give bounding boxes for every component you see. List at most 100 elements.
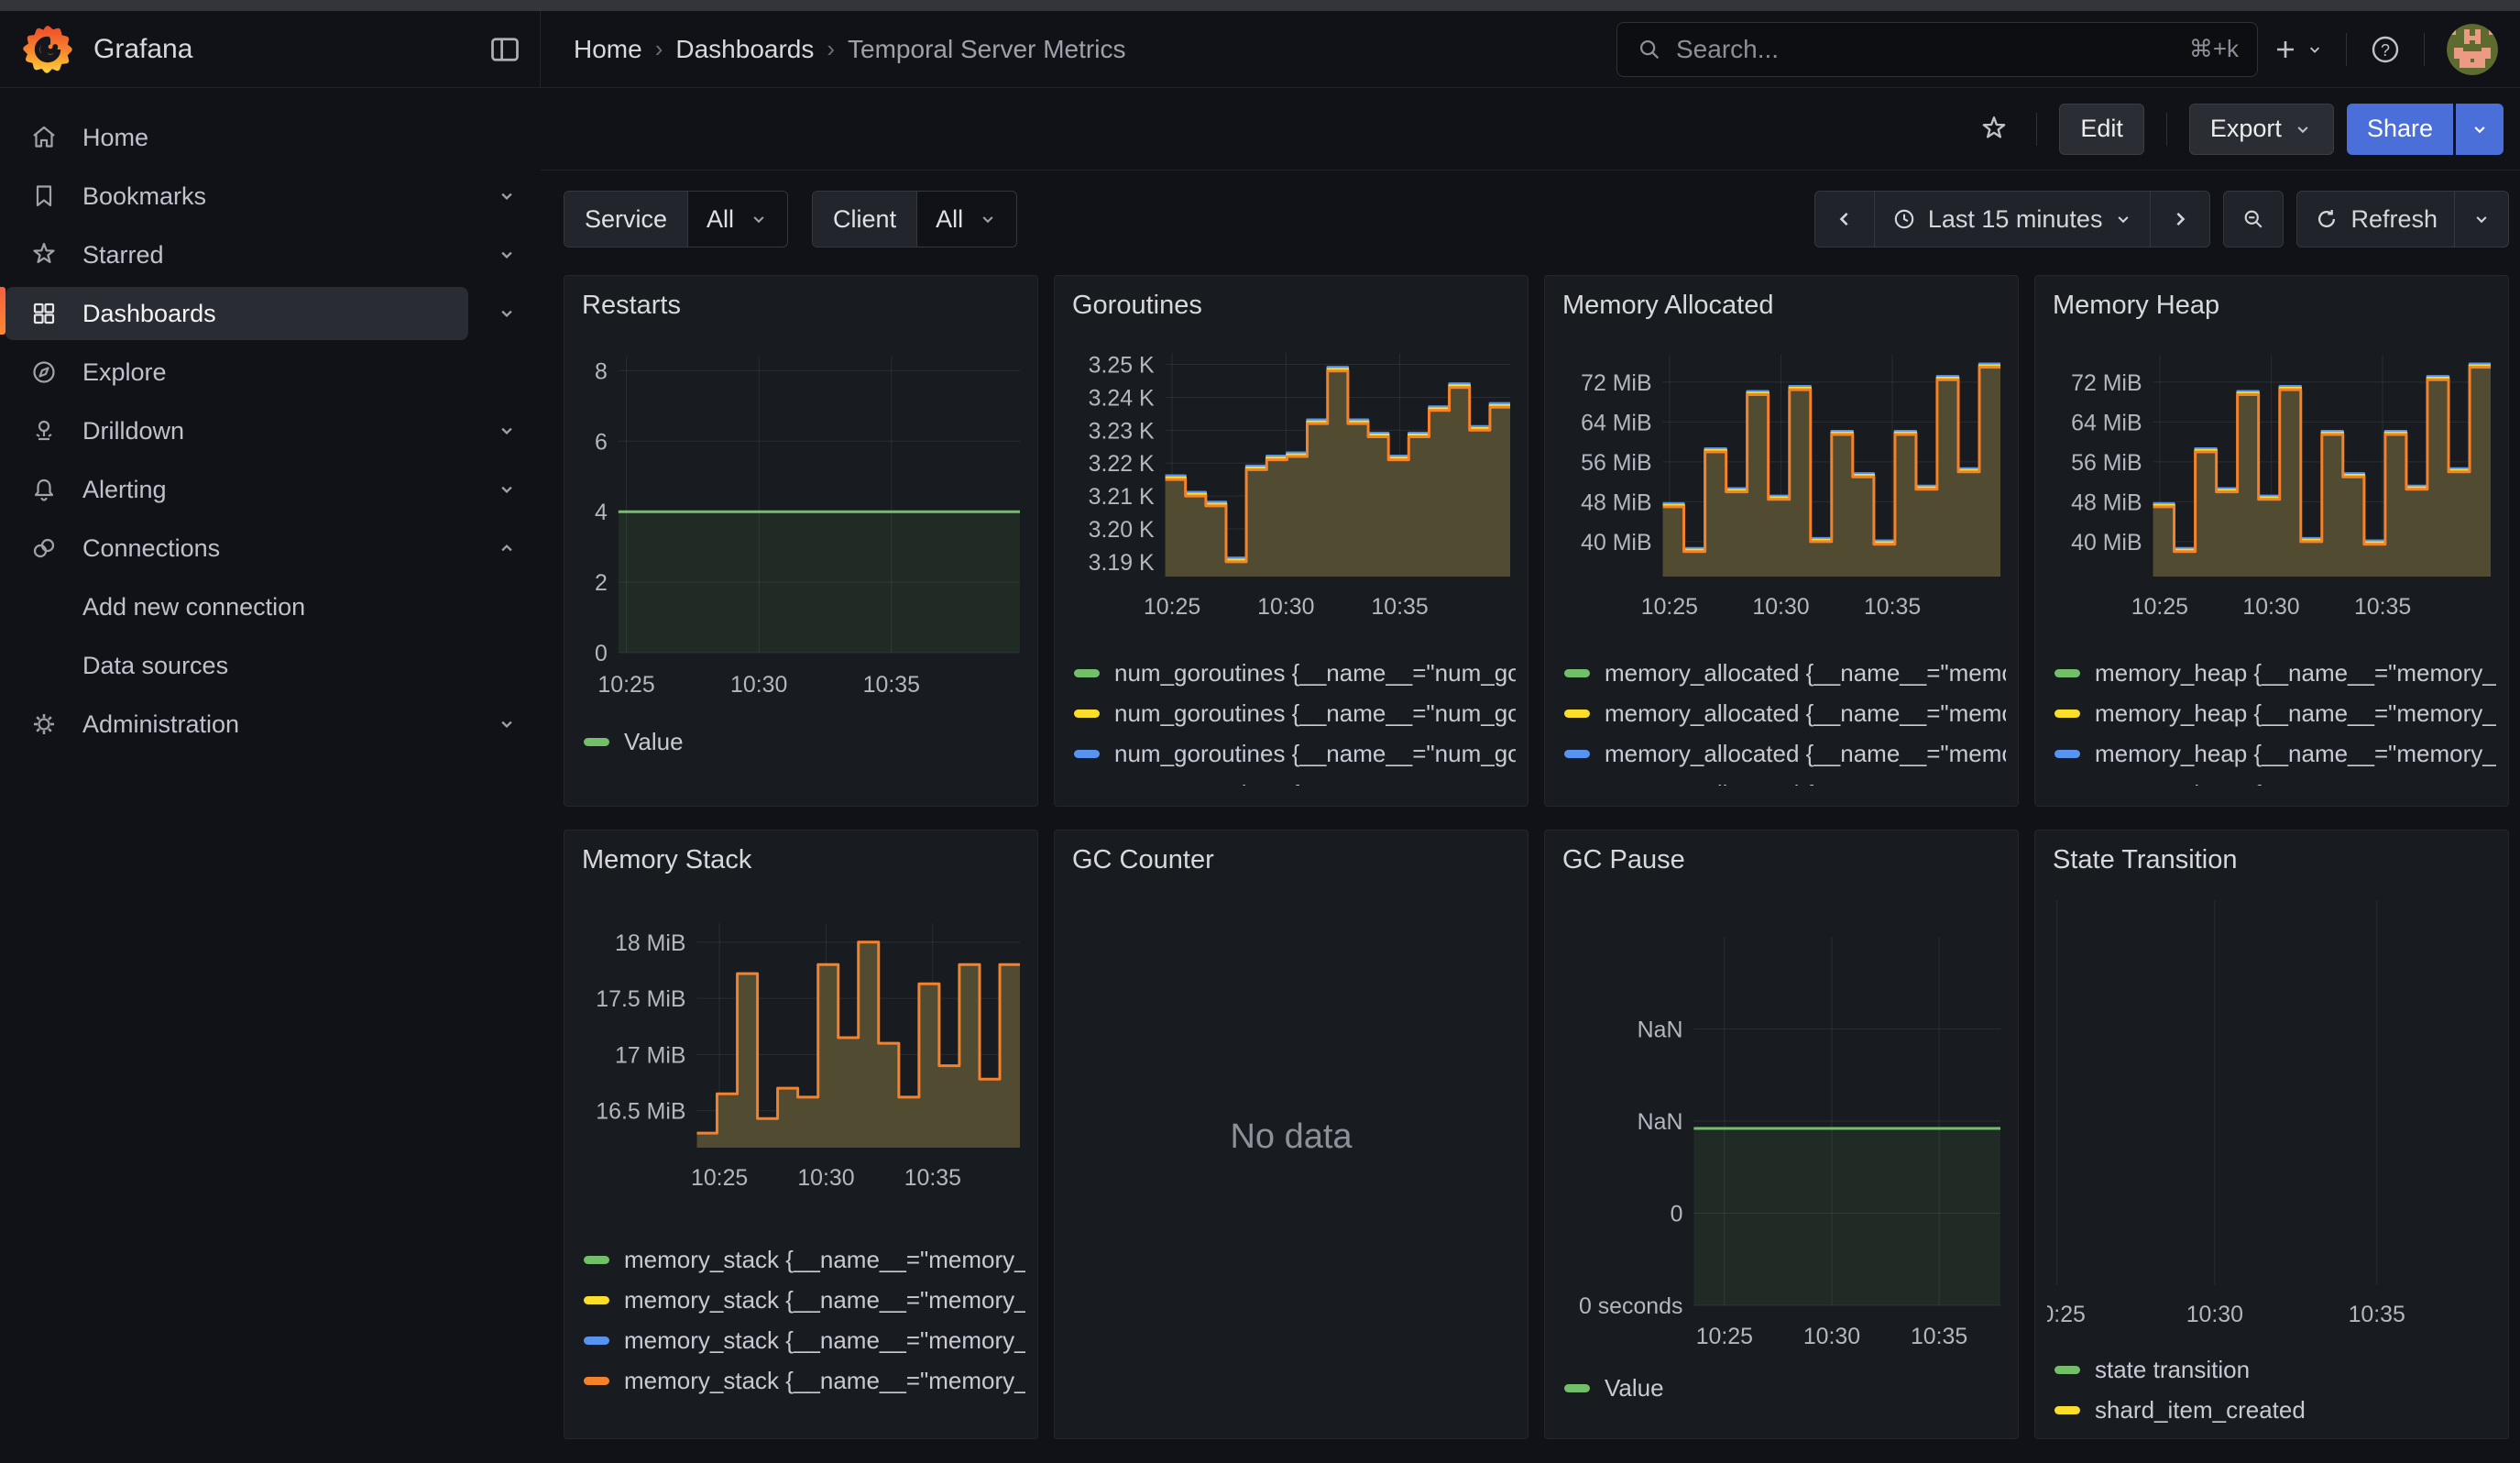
zoom-out-icon bbox=[2241, 206, 2266, 232]
legend-item[interactable]: memory_heap {__name__="memory_h bbox=[2047, 693, 2496, 733]
sidebar-link-alerting[interactable]: Alerting bbox=[5, 463, 468, 516]
sidebar-link-dashboards[interactable]: Dashboards bbox=[5, 287, 468, 340]
dock-sidebar-icon[interactable] bbox=[488, 33, 521, 66]
refresh-button-label: Refresh bbox=[2350, 205, 2438, 234]
toolbar-divider bbox=[2166, 113, 2167, 146]
legend-item[interactable]: num_goroutines {__name__="num_go bbox=[1067, 693, 1516, 733]
search-input[interactable]: Search... ⌘+k bbox=[1616, 22, 2258, 77]
sidebar-link-explore[interactable]: Explore bbox=[5, 346, 468, 399]
chevron-down-icon[interactable] bbox=[495, 419, 519, 443]
service-variable-value: All bbox=[707, 205, 734, 234]
breadcrumb: Home › Dashboards › Temporal Server Metr… bbox=[574, 35, 1125, 64]
chevron-down-icon[interactable] bbox=[495, 184, 519, 208]
legend-swatch bbox=[1564, 710, 1590, 718]
sidebar-link-administration[interactable]: Administration bbox=[5, 698, 468, 751]
sidebar-link-home[interactable]: Home bbox=[5, 111, 468, 164]
sidebar-item-label: Home bbox=[82, 124, 148, 152]
panel-title[interactable]: Memory Heap bbox=[2047, 276, 2496, 336]
breadcrumb-separator: › bbox=[827, 35, 835, 63]
memory-allocated-chart[interactable]: 72 MiB64 MiB56 MiB48 MiB40 MiB10:2510:30… bbox=[1557, 336, 2006, 653]
sidebar-sublink-data-sources[interactable]: Data sources bbox=[82, 652, 228, 680]
panel-title[interactable]: GC Counter bbox=[1067, 830, 1516, 891]
memory-stack-chart[interactable]: 18 MiB17.5 MiB17 MiB16.5 MiB10:2510:3010… bbox=[576, 891, 1025, 1239]
grafana-logo-icon[interactable] bbox=[22, 24, 73, 75]
panel-title[interactable]: GC Pause bbox=[1557, 830, 2006, 891]
svg-text:10:30: 10:30 bbox=[2186, 1302, 2243, 1327]
legend-item[interactable]: memory_stack {__name__="memory_s bbox=[576, 1280, 1025, 1320]
sidebar-link-connections[interactable]: Connections bbox=[5, 522, 468, 575]
legend-item[interactable]: memory_allocated {__name__="memo bbox=[1557, 733, 2006, 774]
legend-item[interactable]: shard_item_created bbox=[2047, 1390, 2496, 1430]
legend-item[interactable]: num_goroutines {__name__="num_go bbox=[1067, 774, 1516, 786]
chevron-down-icon[interactable] bbox=[495, 243, 519, 267]
legend-item[interactable]: memory_stack {__name__="memory_s bbox=[576, 1239, 1025, 1280]
breadcrumb-dashboards[interactable]: Dashboards bbox=[675, 35, 814, 64]
panel-state-transition: State Transition 10:2510:3010:35 state t… bbox=[2034, 830, 2509, 1439]
legend-item[interactable]: memory_heap {__name__="memory_h bbox=[2047, 774, 2496, 786]
legend-label: memory_stack {__name__="memory_s bbox=[624, 1286, 1025, 1314]
share-button[interactable]: Share bbox=[2347, 104, 2453, 155]
favorite-star-button[interactable] bbox=[1974, 109, 2014, 149]
time-zoom-out-button[interactable] bbox=[2224, 192, 2283, 247]
legend-swatch bbox=[2054, 750, 2080, 758]
new-menu-button[interactable] bbox=[2271, 35, 2324, 64]
svg-text:10:35: 10:35 bbox=[1371, 594, 1428, 620]
service-variable-select[interactable]: All bbox=[688, 192, 787, 247]
panel-title[interactable]: Goroutines bbox=[1067, 276, 1516, 336]
svg-text:3.22 K: 3.22 K bbox=[1089, 451, 1155, 477]
breadcrumb-home[interactable]: Home bbox=[574, 35, 642, 64]
legend-item[interactable]: memory_stack {__name__="memory_s bbox=[576, 1360, 1025, 1401]
svg-text:10:25: 10:25 bbox=[2047, 1302, 2086, 1327]
svg-text:17.5 MiB: 17.5 MiB bbox=[596, 986, 685, 1012]
sidebar-item-add-new-connection: Add new connection bbox=[0, 578, 541, 636]
svg-text:NaN: NaN bbox=[1638, 1017, 1683, 1042]
legend-item[interactable]: memory_allocated {__name__="memo bbox=[1557, 653, 2006, 693]
legend-item[interactable]: memory_stack {__name__="memory_s bbox=[576, 1320, 1025, 1360]
panel-title[interactable]: State Transition bbox=[2047, 830, 2496, 891]
legend-item[interactable]: memory_allocated {__name__="memo bbox=[1557, 774, 2006, 786]
help-button[interactable]: ? bbox=[2369, 33, 2402, 66]
legend-item[interactable]: Value bbox=[1557, 1368, 2006, 1408]
time-shift-forward-button[interactable] bbox=[2150, 192, 2209, 247]
gc-pause-chart[interactable]: NaNNaN00 seconds10:2510:3010:35 bbox=[1557, 891, 2006, 1368]
sidebar-link-drilldown[interactable]: Drilldown bbox=[5, 404, 468, 457]
sidebar-sublink-add-new-connection[interactable]: Add new connection bbox=[82, 593, 305, 622]
export-button[interactable]: Export bbox=[2189, 104, 2334, 155]
legend-label: num_goroutines {__name__="num_go bbox=[1114, 780, 1516, 786]
chevron-down-icon[interactable] bbox=[495, 478, 519, 501]
refresh-interval-button[interactable] bbox=[2454, 192, 2508, 247]
refresh-button[interactable]: Refresh bbox=[2297, 192, 2454, 247]
panel-title[interactable]: Memory Stack bbox=[576, 830, 1025, 891]
state-transition-chart[interactable]: 10:2510:3010:35 bbox=[2047, 891, 2496, 1349]
share-menu-button[interactable] bbox=[2456, 104, 2504, 155]
service-variable: Service All bbox=[564, 191, 788, 248]
avatar[interactable] bbox=[2447, 24, 2498, 75]
svg-text:10:30: 10:30 bbox=[1752, 594, 1809, 620]
legend-label: shard_item_created bbox=[2095, 1396, 2306, 1424]
legend-item[interactable]: state transition bbox=[2047, 1349, 2496, 1390]
breadcrumb-separator: › bbox=[655, 35, 663, 63]
panel-memory-allocated: Memory Allocated 72 MiB64 MiB56 MiB48 Mi… bbox=[1544, 275, 2019, 807]
memory-heap-chart[interactable]: 72 MiB64 MiB56 MiB48 MiB40 MiB10:2510:30… bbox=[2047, 336, 2496, 653]
panel-title[interactable]: Restarts bbox=[576, 276, 1025, 336]
edit-button[interactable]: Edit bbox=[2059, 104, 2144, 155]
restarts-chart[interactable]: 8642010:2510:3010:35 bbox=[576, 336, 1025, 721]
time-range-picker[interactable]: Last 15 minutes bbox=[1874, 192, 2151, 247]
panel-title[interactable]: Memory Allocated bbox=[1557, 276, 2006, 336]
legend-item[interactable]: num_goroutines {__name__="num_go bbox=[1067, 653, 1516, 693]
svg-text:10:25: 10:25 bbox=[1641, 594, 1698, 620]
legend-item[interactable]: memory_heap {__name__="memory_h bbox=[2047, 653, 2496, 693]
chevron-up-icon[interactable] bbox=[495, 536, 519, 560]
time-shift-back-button[interactable] bbox=[1815, 192, 1874, 247]
goroutines-chart[interactable]: 3.25 K3.24 K3.23 K3.22 K3.21 K3.20 K3.19… bbox=[1067, 336, 1516, 653]
client-variable-select[interactable]: All bbox=[917, 192, 1016, 247]
sidebar-item-label: Alerting bbox=[82, 476, 167, 504]
chevron-down-icon[interactable] bbox=[495, 712, 519, 736]
legend-item[interactable]: Value bbox=[576, 721, 1025, 762]
chevron-down-icon[interactable] bbox=[495, 302, 519, 325]
sidebar-link-starred[interactable]: Starred bbox=[5, 228, 468, 281]
legend-item[interactable]: num_goroutines {__name__="num_go bbox=[1067, 733, 1516, 774]
sidebar-link-bookmarks[interactable]: Bookmarks bbox=[5, 170, 468, 223]
legend-item[interactable]: memory_allocated {__name__="memo bbox=[1557, 693, 2006, 733]
legend-item[interactable]: memory_heap {__name__="memory_h bbox=[2047, 733, 2496, 774]
